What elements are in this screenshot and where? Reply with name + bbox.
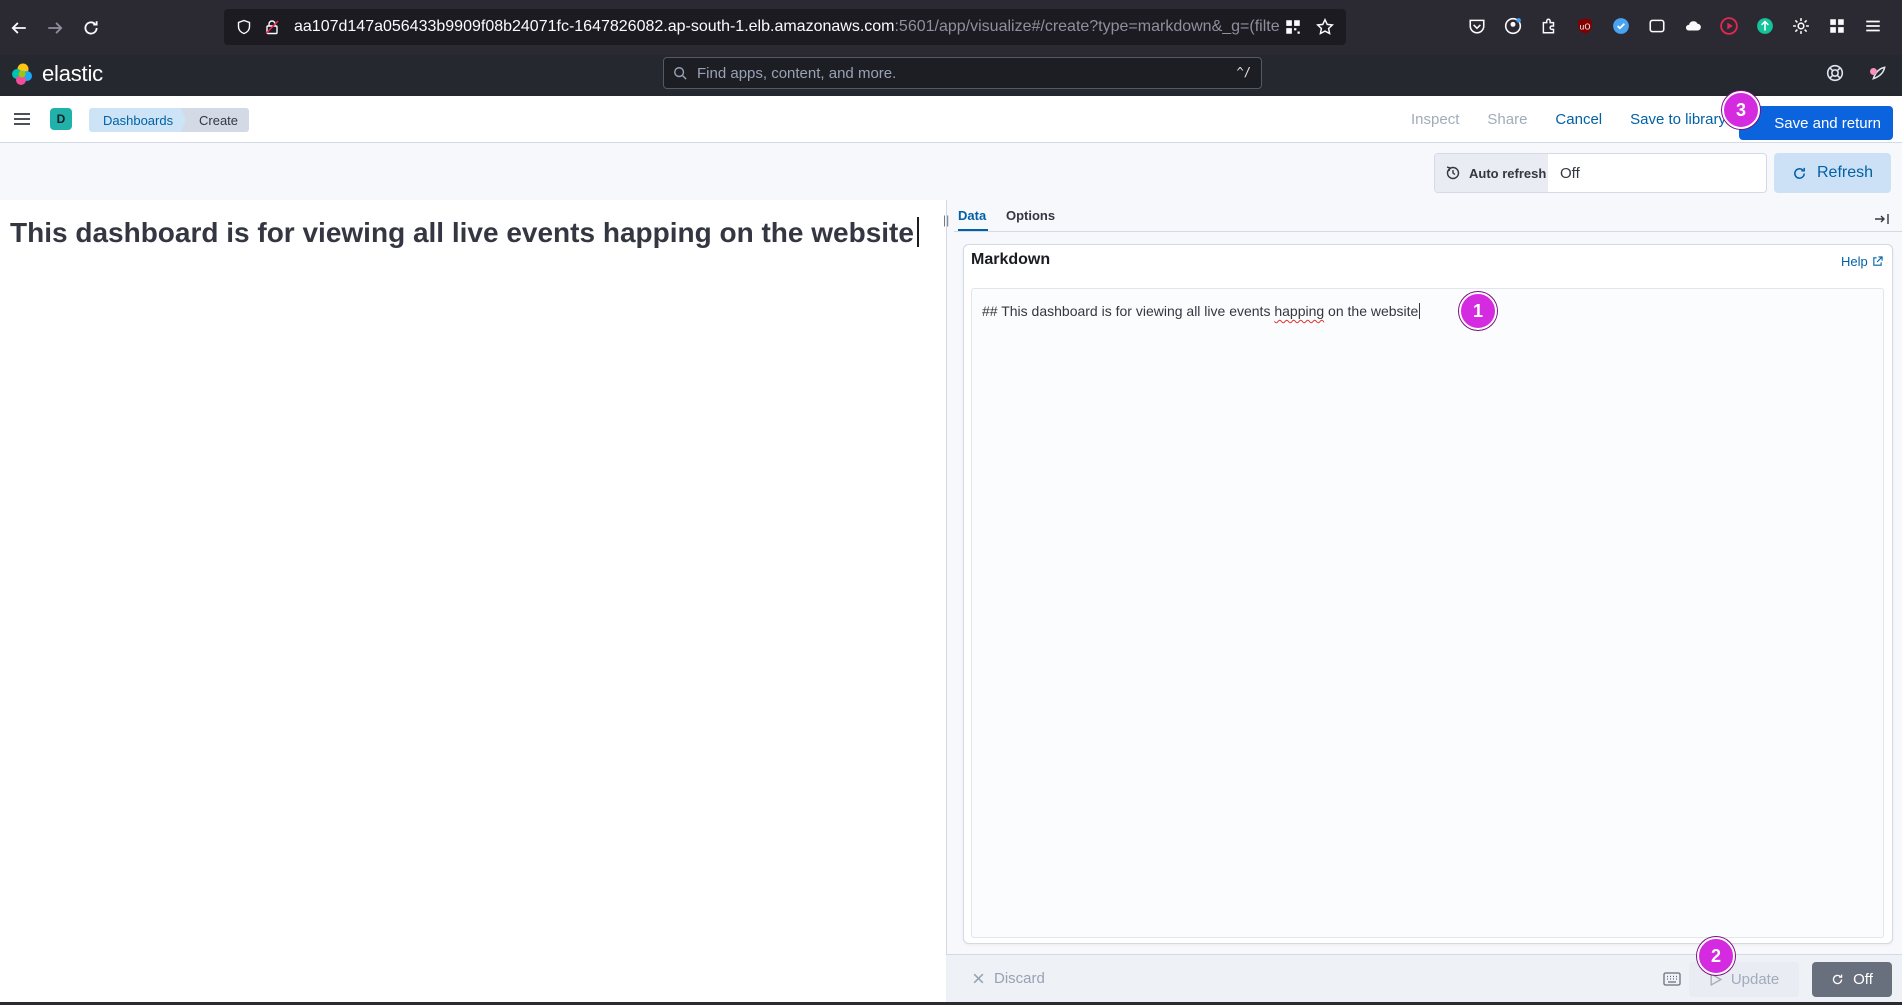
auto-refresh-value[interactable]: Off	[1560, 154, 1580, 192]
preview-heading: This dashboard is for viewing all live e…	[10, 217, 919, 249]
inspect-link[interactable]: Inspect	[1411, 111, 1459, 128]
search-shortcut: ^/	[1236, 65, 1251, 79]
arrow-right-icon	[48, 21, 63, 34]
settings-gear-icon[interactable]	[1792, 17, 1810, 35]
misspelled-word: happing	[1274, 303, 1325, 319]
auto-refresh-label: Auto refresh	[1469, 165, 1547, 181]
shield-icon[interactable]	[236, 19, 252, 35]
annotation-marker-1: 1	[1459, 292, 1497, 330]
save-and-return-label: Save and return	[1774, 114, 1881, 132]
help-link[interactable]: Help	[1841, 254, 1883, 269]
auto-refresh-control[interactable]: Auto refresh Off	[1434, 153, 1767, 193]
refresh-icon	[1832, 974, 1843, 985]
search-placeholder: Find apps, content, and more.	[697, 64, 897, 82]
resize-handle[interactable]: ||	[943, 213, 949, 227]
annotation-marker-2: 2	[1697, 937, 1735, 975]
svg-text:uO: uO	[1579, 22, 1590, 31]
reload-button[interactable]	[74, 11, 108, 45]
menu-toggle-button[interactable]	[12, 109, 32, 129]
close-icon	[973, 973, 984, 984]
bitwarden-icon[interactable]	[1612, 17, 1630, 35]
elastic-logo-mark-icon	[12, 63, 32, 85]
tiles-icon[interactable]	[1828, 17, 1846, 35]
forward-button[interactable]	[38, 11, 72, 45]
auto-refresh-prepend: Auto refresh	[1435, 154, 1548, 192]
markdown-input-text: ## This dashboard is for viewing all liv…	[982, 303, 1421, 319]
arrow-left-icon	[11, 21, 26, 34]
text-cursor	[1419, 303, 1421, 319]
discard-button[interactable]: Discard	[972, 970, 1045, 987]
save-to-library-link[interactable]: Save to library	[1630, 111, 1726, 128]
update-label: Update	[1730, 971, 1780, 988]
collapse-sidebar-icon[interactable]	[1874, 211, 1890, 227]
tab-data[interactable]: Data	[958, 208, 986, 223]
hamburger-menu-icon[interactable]	[1864, 17, 1882, 35]
editor-tabs: Data Options	[954, 200, 1902, 232]
back-button[interactable]	[2, 11, 36, 45]
url-text[interactable]: aa107d147a056433b9909f08b24071fc-1647826…	[294, 18, 1294, 36]
discard-label: Discard	[994, 970, 1045, 987]
refresh-icon	[1794, 167, 1805, 179]
active-tab-indicator	[958, 229, 988, 231]
refresh-button[interactable]: Refresh	[1774, 153, 1891, 193]
search-icon	[673, 66, 687, 80]
markdown-textarea[interactable]	[971, 288, 1884, 938]
keyboard-icon[interactable]	[1663, 972, 1681, 986]
grammar-icon[interactable]	[1756, 17, 1774, 35]
ublock-icon[interactable]: uO	[1576, 17, 1594, 35]
share-link[interactable]: Share	[1487, 111, 1527, 128]
elastic-logo[interactable]: elastic	[10, 61, 103, 87]
global-search-input[interactable]: Find apps, content, and more. ^/	[663, 57, 1262, 89]
refresh-label: Refresh	[1816, 164, 1874, 181]
bookmark-star-icon[interactable]	[1316, 17, 1334, 41]
extensions-tray: uO	[1468, 17, 1882, 35]
tab-options[interactable]: Options	[1006, 208, 1055, 223]
auto-apply-toggle-button[interactable]: Off	[1812, 962, 1892, 997]
browser-toolbar: aa107d147a056433b9909f08b24071fc-1647826…	[0, 0, 1902, 55]
url-bar[interactable]: aa107d147a056433b9909f08b24071fc-1647826…	[224, 9, 1346, 45]
breadcrumb-create: Create	[181, 108, 249, 132]
lock-insecure-icon[interactable]	[264, 19, 280, 35]
qr-code-icon[interactable]	[1284, 18, 1302, 41]
notification-dot	[1870, 68, 1877, 75]
annotation-marker-3: 3	[1722, 91, 1760, 129]
reload-icon	[84, 20, 98, 34]
account-icon[interactable]	[1504, 17, 1522, 35]
app-bar: D Dashboards Create Inspect Share Cancel…	[0, 96, 1902, 143]
breadcrumb-dashboards[interactable]: Dashboards	[89, 108, 192, 132]
space-avatar[interactable]: D	[50, 108, 72, 130]
text-cursor	[916, 217, 919, 247]
screenshot-icon[interactable]	[1648, 17, 1666, 35]
external-link-icon	[1873, 256, 1883, 266]
extensions-puzzle-icon[interactable]	[1540, 17, 1558, 35]
record-icon[interactable]	[1720, 17, 1738, 35]
save-and-return-button[interactable]: Save and return	[1739, 106, 1893, 140]
pocket-icon[interactable]	[1468, 17, 1486, 35]
markdown-section-title: Markdown	[971, 251, 1051, 268]
logo-text: elastic	[42, 61, 103, 86]
cloud-icon[interactable]	[1684, 17, 1702, 35]
help-label: Help	[1841, 254, 1868, 269]
cancel-link[interactable]: Cancel	[1555, 111, 1602, 128]
visualization-preview: This dashboard is for viewing all live e…	[0, 200, 946, 1005]
help-lifebuoy-icon[interactable]	[1826, 64, 1844, 87]
off-label: Off	[1853, 971, 1873, 988]
menu-icon	[14, 113, 30, 125]
news-feed-icon[interactable]	[1870, 64, 1888, 87]
auto-refresh-icon	[1445, 165, 1461, 181]
kibana-header: elastic Find apps, content, and more. ^/	[0, 55, 1902, 96]
